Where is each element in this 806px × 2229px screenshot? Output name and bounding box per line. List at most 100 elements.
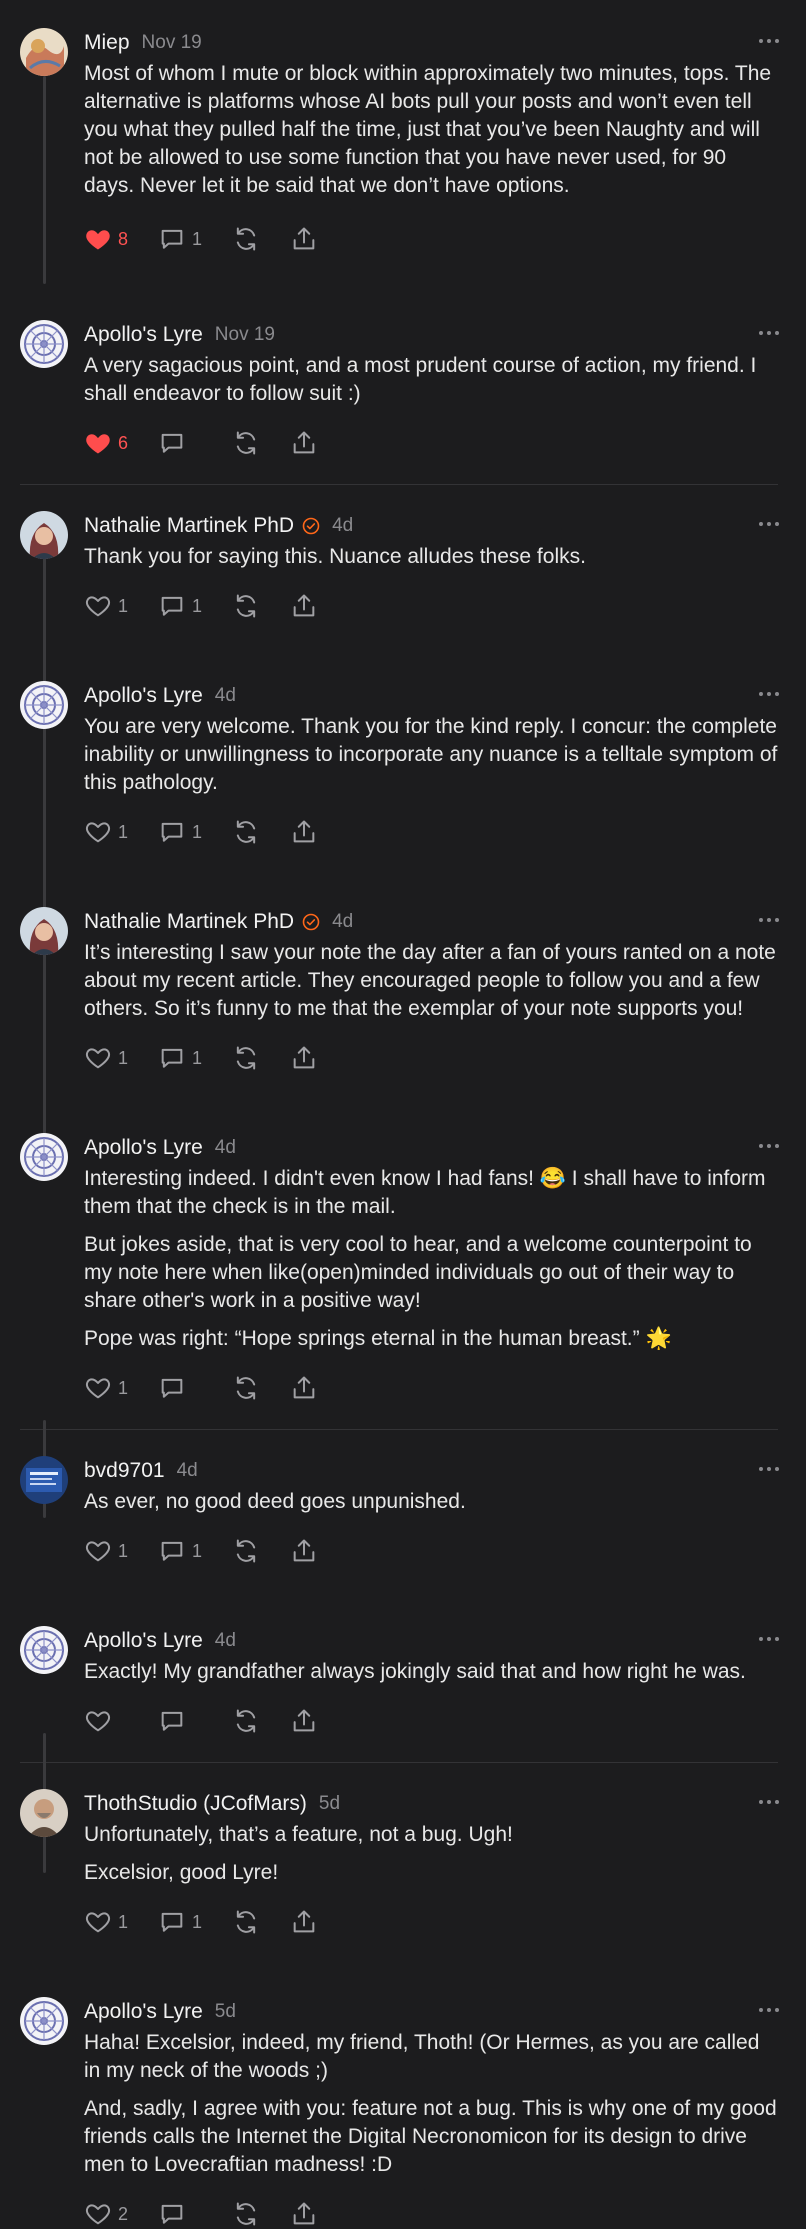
avatar[interactable]	[20, 681, 68, 729]
reply-button[interactable]: 1	[158, 1908, 202, 1936]
more-options-icon[interactable]	[758, 1139, 780, 1153]
comment-actions: 1	[84, 1373, 780, 1403]
more-options-icon[interactable]	[758, 1462, 780, 1476]
more-options-icon[interactable]	[758, 1795, 780, 1809]
reply-button[interactable]: 1	[158, 1537, 202, 1565]
share-button[interactable]	[290, 2200, 318, 2228]
share-button[interactable]	[290, 225, 318, 253]
more-options-icon[interactable]	[758, 913, 780, 927]
like-button[interactable]: 1	[84, 1908, 128, 1936]
restack-button[interactable]	[232, 818, 260, 846]
comment-date[interactable]: 4d	[215, 1630, 236, 1652]
share-button[interactable]	[290, 1908, 318, 1936]
comment-bubble-icon	[161, 433, 183, 453]
comment-body: Unfortunately, that’s a feature, not a b…	[84, 1821, 780, 1887]
like-button[interactable]	[84, 1707, 128, 1735]
like-button[interactable]: 6	[84, 429, 128, 457]
reply-button[interactable]	[158, 429, 202, 457]
author-name[interactable]: Nathalie Martinek PhD	[84, 910, 294, 934]
heart-outline-icon	[85, 1378, 111, 1399]
comment: Apollo's Lyre Nov 19 A very sagacious po…	[0, 254, 806, 458]
comment-date[interactable]: 4d	[215, 685, 236, 707]
restack-button[interactable]	[232, 429, 260, 457]
restack-button[interactable]	[232, 1908, 260, 1936]
reply-button[interactable]: 1	[158, 1044, 202, 1072]
restack-button[interactable]	[232, 1707, 260, 1735]
like-button[interactable]: 2	[84, 2200, 128, 2228]
reply-button[interactable]	[158, 1707, 202, 1735]
reply-button[interactable]: 1	[158, 225, 202, 253]
like-count: 1	[118, 1047, 129, 1068]
comment: Nathalie Martinek PhD 4d Thank you for s…	[0, 485, 806, 621]
author-name[interactable]: Apollo's Lyre	[84, 2000, 203, 2024]
share-button[interactable]	[290, 1707, 318, 1735]
reply-button[interactable]	[158, 2200, 202, 2228]
author-name[interactable]: Apollo's Lyre	[84, 1136, 203, 1160]
comment-body: A very sagacious point, and a most prude…	[84, 352, 780, 408]
like-button[interactable]: 1	[84, 592, 128, 620]
comment-date[interactable]: 4d	[215, 1137, 236, 1159]
comment-date[interactable]: 4d	[332, 515, 353, 537]
comment-date[interactable]: 4d	[332, 911, 353, 933]
reply-button[interactable]: 1	[158, 592, 202, 620]
restack-button[interactable]	[232, 592, 260, 620]
avatar[interactable]	[20, 1789, 68, 1837]
author-name[interactable]: Apollo's Lyre	[84, 323, 203, 347]
comment-thread: Miep Nov 19 Most of whom I mute or block…	[0, 0, 806, 2229]
restack-button[interactable]	[232, 1537, 260, 1565]
avatar[interactable]	[20, 320, 68, 368]
share-button[interactable]	[290, 1044, 318, 1072]
comment-body: You are very welcome. Thank you for the …	[84, 713, 780, 797]
more-options-icon[interactable]	[758, 2003, 780, 2017]
more-options-icon[interactable]	[758, 517, 780, 531]
more-options-icon[interactable]	[758, 1632, 780, 1646]
share-button[interactable]	[290, 429, 318, 457]
author-name[interactable]: Apollo's Lyre	[84, 1629, 203, 1653]
like-button[interactable]: 1	[84, 818, 128, 846]
author-name[interactable]: bvd9701	[84, 1459, 165, 1483]
avatar[interactable]	[20, 28, 68, 76]
avatar[interactable]	[20, 1997, 68, 2045]
comment-date[interactable]: 5d	[319, 1793, 340, 1815]
share-button[interactable]	[290, 1537, 318, 1565]
author-name[interactable]: Miep	[84, 31, 130, 55]
more-options-icon[interactable]	[758, 34, 780, 48]
heart-filled-icon	[86, 434, 110, 454]
avatar[interactable]	[20, 1456, 68, 1504]
comment-date[interactable]: Nov 19	[215, 324, 275, 346]
comment-date[interactable]: Nov 19	[142, 32, 202, 54]
comment-body: Haha! Excelsior, indeed, my friend, Thot…	[84, 2029, 780, 2179]
like-button[interactable]: 1	[84, 1537, 128, 1565]
restack-button[interactable]	[232, 225, 260, 253]
more-options-icon[interactable]	[758, 326, 780, 340]
comment-date[interactable]: 5d	[215, 2001, 236, 2023]
like-button[interactable]: 1	[84, 1044, 128, 1072]
comment: ThothStudio (JCofMars) 5d Unfortunately,…	[0, 1763, 806, 1937]
avatar[interactable]	[20, 1626, 68, 1674]
restack-button[interactable]	[232, 1374, 260, 1402]
avatar[interactable]	[20, 1133, 68, 1181]
comment-text: Most of whom I mute or block within appr…	[84, 62, 772, 197]
reply-button[interactable]: 1	[158, 818, 202, 846]
comment-text: Excelsior, good Lyre!	[84, 1861, 279, 1884]
author-name[interactable]: ThothStudio (JCofMars)	[84, 1792, 307, 1816]
restack-icon	[236, 1046, 256, 1070]
comment-date[interactable]: 4d	[177, 1460, 198, 1482]
author-name[interactable]: Apollo's Lyre	[84, 684, 203, 708]
share-button[interactable]	[290, 1374, 318, 1402]
share-button[interactable]	[290, 592, 318, 620]
comment-actions: 1 1	[84, 1536, 780, 1566]
more-options-icon[interactable]	[758, 687, 780, 701]
author-name[interactable]: Nathalie Martinek PhD	[84, 514, 294, 538]
restack-button[interactable]	[232, 2200, 260, 2228]
avatar[interactable]	[20, 907, 68, 955]
comment-actions: 2	[84, 2199, 780, 2229]
like-button[interactable]: 8	[84, 225, 128, 253]
comment: Apollo's Lyre 4d Interesting indeed. I d…	[0, 1073, 806, 1403]
reply-button[interactable]	[158, 1374, 202, 1402]
restack-button[interactable]	[232, 1044, 260, 1072]
like-button[interactable]: 1	[84, 1374, 128, 1402]
avatar[interactable]	[20, 511, 68, 559]
comment-text: Unfortunately, that’s a feature, not a b…	[84, 1823, 513, 1846]
share-button[interactable]	[290, 818, 318, 846]
